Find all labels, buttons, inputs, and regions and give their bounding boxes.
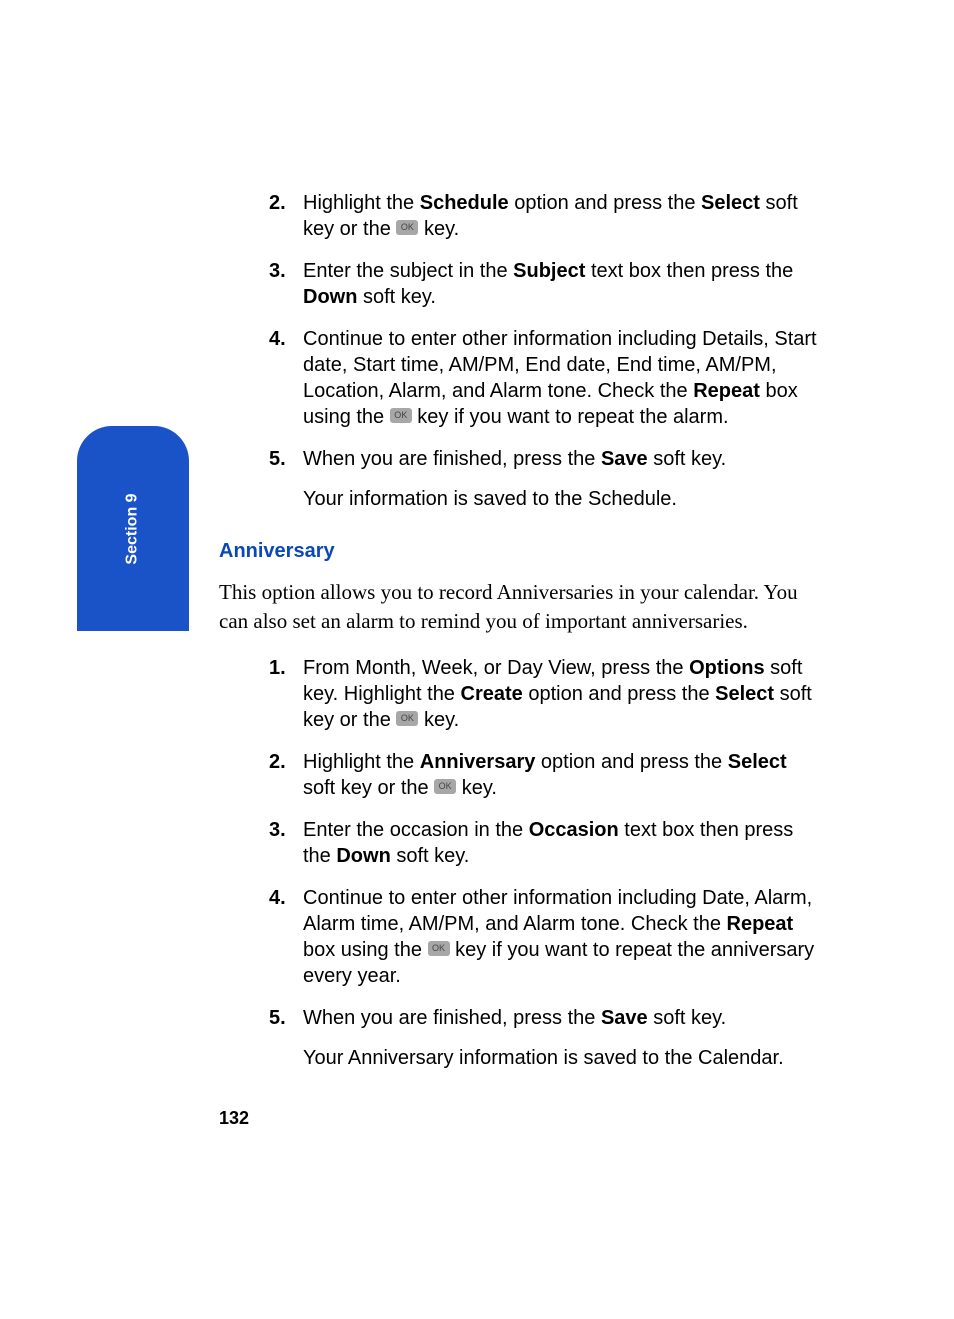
text-run: Highlight the (303, 192, 420, 214)
body-paragraph: This option allows you to record Anniver… (219, 578, 819, 637)
step-number: 3. (269, 817, 286, 843)
bold-run: Repeat (727, 913, 794, 935)
step-subtext: Your Anniversary information is saved to… (303, 1045, 819, 1071)
bold-run: Anniversary (420, 751, 536, 773)
text-run: soft key. (391, 845, 470, 867)
bold-run: Occasion (529, 819, 619, 841)
step-item: 2. Highlight the Anniversary option and … (219, 749, 819, 801)
ok-key-icon: OK (434, 779, 456, 794)
step-text: Enter the occasion in the Occasion text … (303, 819, 793, 867)
step-item: 3. Enter the subject in the Subject text… (219, 258, 819, 310)
step-text: Continue to enter other information incl… (303, 887, 814, 987)
bold-run: Select (715, 683, 774, 705)
page-number: 132 (219, 1107, 249, 1130)
step-text: Continue to enter other information incl… (303, 328, 817, 428)
ok-key-icon: OK (396, 711, 418, 726)
text-run: soft key. (648, 1007, 727, 1029)
step-text: Enter the subject in the Subject text bo… (303, 260, 793, 308)
text-run: key if you want to repeat the alarm. (412, 406, 729, 428)
step-item: 2. Highlight the Schedule option and pre… (219, 190, 819, 242)
step-text: Highlight the Schedule option and press … (303, 192, 798, 240)
bold-run: Schedule (420, 192, 509, 214)
text-run: key. (418, 709, 459, 731)
text-run: soft key. (357, 286, 436, 308)
step-number: 3. (269, 258, 286, 284)
bold-run: Save (601, 1007, 648, 1029)
step-subtext: Your information is saved to the Schedul… (303, 486, 819, 512)
bold-run: Save (601, 448, 648, 470)
text-run: When you are finished, press the (303, 1007, 601, 1029)
text-run: key. (456, 777, 497, 799)
step-number: 5. (269, 446, 286, 472)
bold-run: Repeat (693, 380, 760, 402)
step-item: 5. When you are finished, press the Save… (219, 446, 819, 512)
steps-list-schedule: 2. Highlight the Schedule option and pre… (219, 190, 819, 512)
step-text: Highlight the Anniversary option and pre… (303, 751, 787, 799)
ok-key-icon: OK (396, 220, 418, 235)
bold-run: Down (336, 845, 390, 867)
step-number: 4. (269, 885, 286, 911)
text-run: soft key. (648, 448, 727, 470)
text-run: soft key or the (303, 777, 434, 799)
text-run: When you are finished, press the (303, 448, 601, 470)
bold-run: Subject (513, 260, 585, 282)
subheading-anniversary: Anniversary (219, 538, 819, 564)
step-item: 1. From Month, Week, or Day View, press … (219, 655, 819, 733)
section-tab: Section 9 (77, 426, 189, 631)
step-item: 4. Continue to enter other information i… (219, 885, 819, 989)
text-run: option and press the (535, 751, 727, 773)
step-number: 2. (269, 749, 286, 775)
text-run: option and press the (523, 683, 715, 705)
text-run: Enter the subject in the (303, 260, 513, 282)
step-number: 4. (269, 326, 286, 352)
step-number: 5. (269, 1005, 286, 1031)
step-item: 4. Continue to enter other information i… (219, 326, 819, 430)
step-number: 2. (269, 190, 286, 216)
text-run: option and press the (509, 192, 701, 214)
text-run: box using the (303, 939, 428, 961)
step-number: 1. (269, 655, 286, 681)
bold-run: Select (701, 192, 760, 214)
manual-page: Section 9 2. Highlight the Schedule opti… (0, 0, 954, 1319)
step-text: When you are finished, press the Save so… (303, 448, 726, 470)
steps-list-anniversary: 1. From Month, Week, or Day View, press … (219, 655, 819, 1071)
bold-run: Create (461, 683, 523, 705)
ok-key-icon: OK (428, 941, 450, 956)
bold-run: Options (689, 657, 765, 679)
step-text: From Month, Week, or Day View, press the… (303, 657, 812, 731)
step-item: 3. Enter the occasion in the Occasion te… (219, 817, 819, 869)
step-text: When you are finished, press the Save so… (303, 1007, 726, 1029)
step-item: 5. When you are finished, press the Save… (219, 1005, 819, 1071)
bold-run: Select (728, 751, 787, 773)
bold-run: Down (303, 286, 357, 308)
text-run: Enter the occasion in the (303, 819, 529, 841)
text-run: text box then press the (585, 260, 793, 282)
text-run: From Month, Week, or Day View, press the (303, 657, 689, 679)
text-run: key. (418, 218, 459, 240)
section-tab-label: Section 9 (123, 493, 144, 564)
page-content: 2. Highlight the Schedule option and pre… (219, 190, 819, 1087)
ok-key-icon: OK (390, 408, 412, 423)
text-run: Highlight the (303, 751, 420, 773)
